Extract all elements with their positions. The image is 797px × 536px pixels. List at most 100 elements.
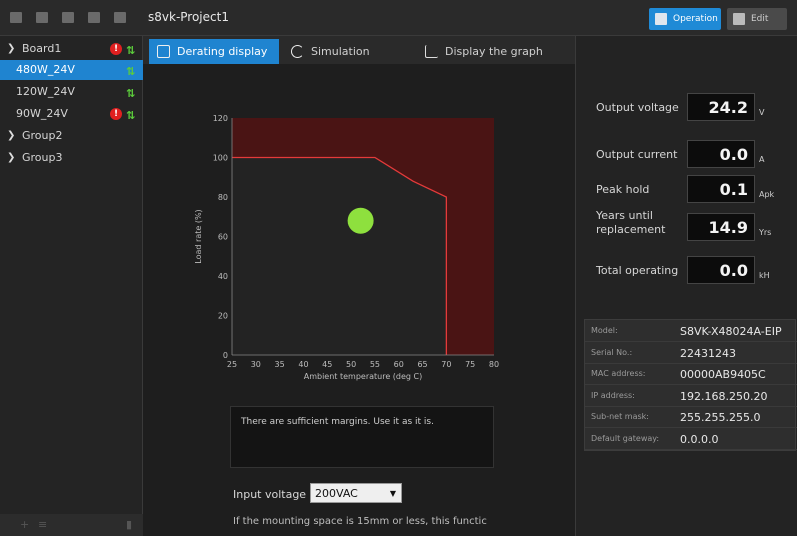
view-tabs: Derating display Simulation Display the …: [143, 36, 575, 64]
metric-label: Peak hold: [596, 183, 650, 196]
device-info-value: 00000AB9405C: [680, 368, 766, 381]
y-tick-label: 0: [223, 351, 228, 360]
metric-unit: Apk: [759, 190, 775, 199]
error-icon: !: [110, 108, 122, 120]
y-tick-label: 60: [218, 233, 228, 242]
operation-mode-button[interactable]: Operation: [649, 8, 721, 30]
mounting-note: If the mounting space is 15mm or less, t…: [233, 516, 487, 527]
device-info-table: Model: S8VK-X48024A-EIP Serial No.: 2243124…: [584, 319, 797, 451]
metric-label: Total operating: [596, 264, 679, 277]
device-info-row: Default gateway: 0.0.0.0: [585, 430, 797, 450]
metric-value-box: 0.0: [687, 140, 755, 168]
edit-icon: [733, 13, 745, 25]
x-tick-label: 40: [298, 360, 308, 369]
x-tick-label: 25: [227, 360, 237, 369]
group-label: Group3: [22, 151, 63, 164]
device-info-value: S8VK-X48024A-EIP: [680, 325, 782, 338]
toolbar-icons: [10, 12, 126, 23]
rename-icon[interactable]: ≡: [38, 518, 47, 531]
tab-display-graph[interactable]: Display the graph: [417, 39, 557, 64]
x-tick-label: 45: [322, 360, 332, 369]
tree-item-90w[interactable]: 90W_24V ! ⇅: [0, 104, 143, 124]
metric-label: Output current: [596, 148, 678, 161]
tab-label: Derating display: [177, 45, 268, 58]
io-arrows-icon: ⇅: [126, 44, 136, 57]
tree-group3[interactable]: ❯ Group3: [0, 148, 143, 168]
tab-simulation[interactable]: Simulation: [283, 39, 413, 64]
tab-label: Display the graph: [445, 45, 543, 58]
tree-group2[interactable]: ❯ Group2: [0, 126, 143, 146]
tree-item-480w[interactable]: 480W_24V ⇅: [0, 60, 143, 80]
x-tick-label: 50: [346, 360, 356, 369]
tree-item-label: 480W_24V: [16, 63, 75, 76]
metric-value-box: 0.0: [687, 256, 755, 284]
derating-panel: 0 20 40 60 80 100 120 25 30 35 40 45 50 55 60 65 70 75 80 A…: [143, 64, 575, 536]
y-tick-label: 100: [213, 154, 228, 163]
tree-item-120w[interactable]: 120W_24V ⇅: [0, 82, 143, 102]
device-info-value: 192.168.250.20: [680, 389, 768, 403]
derating-icon: [157, 45, 170, 58]
error-icon: !: [110, 43, 122, 55]
x-tick-label: 30: [251, 360, 261, 369]
device-info-key: Sub-net mask:: [591, 412, 649, 421]
status-panel: Output voltage 24.2 V Output current 0.0 A Pea…: [575, 36, 797, 536]
refresh-icon: [291, 45, 304, 58]
y-tick-label: 80: [218, 193, 228, 202]
y-tick-label: 120: [213, 114, 228, 123]
metric-value: 0.1: [719, 180, 748, 199]
export-icon[interactable]: [88, 12, 100, 23]
operating-point: [347, 207, 374, 234]
tab-label: Simulation: [311, 45, 370, 58]
safe-zone: [232, 157, 447, 355]
x-tick-label: 55: [370, 360, 380, 369]
board-label: Board1: [22, 42, 62, 55]
device-info-value: 0.0.0.0: [680, 432, 719, 446]
chevron-right-icon[interactable]: ❯: [7, 126, 15, 146]
save-icon[interactable]: [62, 12, 74, 23]
group-label: Group2: [22, 129, 63, 142]
graph-icon: [425, 45, 438, 58]
device-info-row: Serial No.: 22431243: [585, 344, 797, 364]
edit-mode-button[interactable]: Edit: [727, 8, 787, 30]
x-tick-label: 35: [275, 360, 285, 369]
title-bar: s8vk-Project1 Operation Edit: [0, 0, 797, 36]
edit-label: Edit: [751, 14, 769, 24]
delete-icon[interactable]: ▮: [126, 518, 132, 531]
metric-value-box: 24.2: [687, 93, 755, 121]
margin-message: There are sufficient margins. Use it as …: [241, 417, 434, 427]
metric-value: 0.0: [719, 261, 748, 280]
metric-value-box: 0.1: [687, 175, 755, 203]
wrench-icon[interactable]: [114, 12, 126, 23]
device-info-value: 22431243: [680, 346, 736, 360]
io-arrows-icon: ⇅: [126, 87, 136, 100]
tree-board1[interactable]: ❯ Board1 ! ⇅: [0, 39, 143, 59]
add-icon[interactable]: +: [20, 518, 29, 531]
x-tick-label: 80: [489, 360, 499, 369]
device-info-key: IP address:: [591, 390, 635, 400]
chevron-right-icon[interactable]: ❯: [7, 148, 15, 168]
device-info-row: MAC address: 00000AB9405C: [585, 365, 797, 385]
device-tree: ❯ Board1 ! ⇅ 480W_24V ⇅ 120W_24V ⇅ 90W_2…: [0, 36, 143, 536]
x-tick-label: 60: [394, 360, 404, 369]
metric-value-box: 14.9: [687, 213, 755, 241]
tree-item-label: 90W_24V: [16, 107, 68, 120]
metric-unit: A: [759, 155, 765, 164]
x-tick-label: 70: [441, 360, 451, 369]
device-info-value: 255.255.255.0: [680, 411, 761, 424]
settings-icon[interactable]: [10, 12, 22, 23]
folder-icon[interactable]: [36, 12, 48, 23]
device-info-row: Sub-net mask: 255.255.255.0: [585, 408, 797, 428]
dropdown-arrow-icon: ▼: [389, 489, 396, 498]
chevron-down-icon[interactable]: ❯: [7, 39, 15, 59]
margin-message-box: There are sufficient margins. Use it as …: [230, 406, 494, 468]
x-tick-label: 75: [465, 360, 475, 369]
metric-value: 24.2: [708, 98, 748, 117]
device-info-row: Model: S8VK-X48024A-EIP: [585, 322, 797, 342]
tab-derating-display[interactable]: Derating display: [149, 39, 279, 64]
x-axis-label: Ambient temperature (deg C): [304, 372, 423, 381]
metric-label: Years until replacement: [596, 209, 666, 236]
y-tick-label: 20: [218, 312, 228, 321]
device-info-key: Serial No.:: [591, 347, 633, 357]
input-voltage-select[interactable]: 200VAC ▼: [310, 483, 402, 503]
tree-item-label: 120W_24V: [16, 85, 75, 98]
